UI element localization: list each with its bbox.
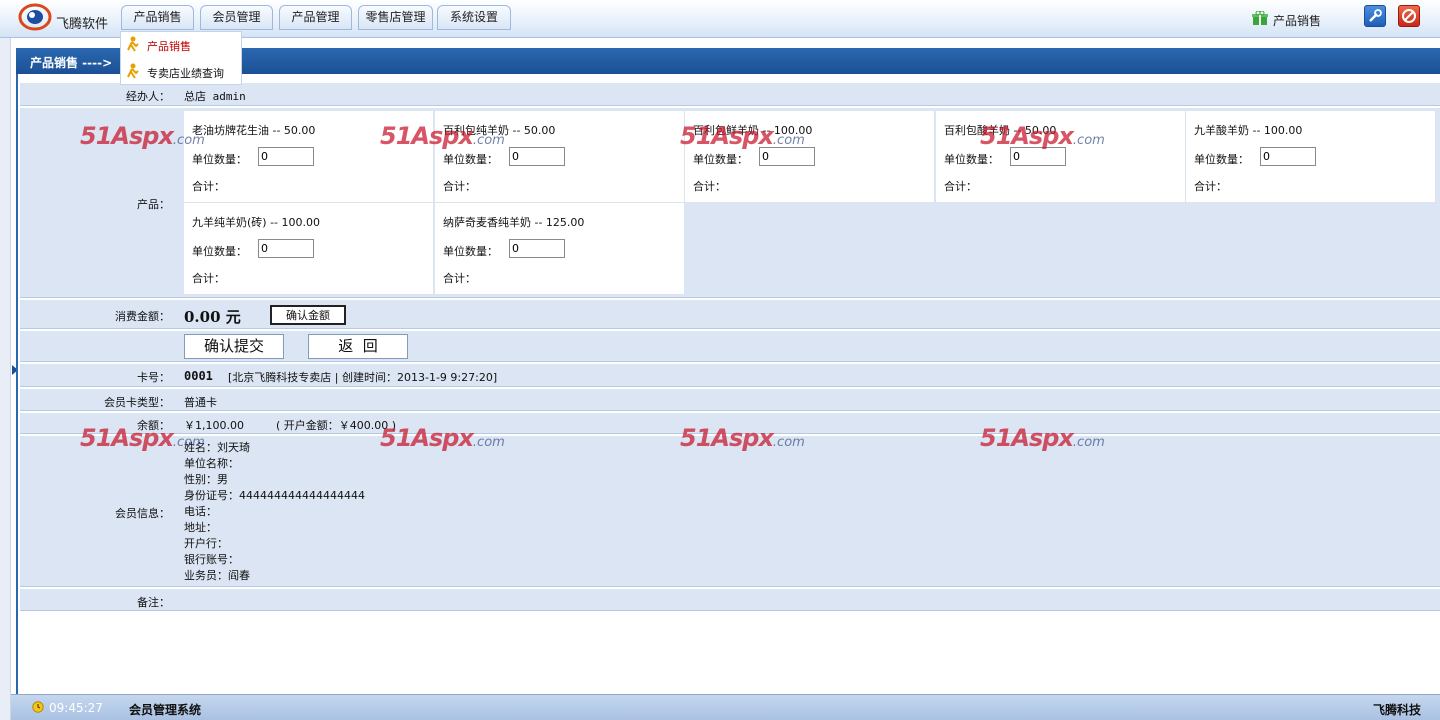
quantity-input[interactable] xyxy=(509,239,565,258)
product-card: 九羊酸羊奶 -- 100.00 单位数量： 合计： xyxy=(1186,111,1436,203)
member-bank: 开户行： xyxy=(184,537,228,550)
tab-retail-store-management[interactable]: 零售店管理 xyxy=(358,5,433,30)
watermark: 51Aspx.com xyxy=(980,122,1105,150)
member-address: 地址： xyxy=(184,521,217,534)
member-gender: 性别：男 xyxy=(184,473,228,486)
card-row: 卡号： 0001 [北京飞腾科技专卖店 | 创建时间：2013-1-9 9:27… xyxy=(20,363,1440,387)
card-type-row: 会员卡类型： 普通卡 xyxy=(20,388,1440,411)
menu-item-product-sales[interactable]: 产品销售 xyxy=(121,32,241,58)
tab-system-settings[interactable]: 系统设置 xyxy=(437,5,511,30)
status-bar: 09:45:27 会员管理系统 飞腾科技 xyxy=(11,694,1440,720)
person-icon xyxy=(127,36,139,52)
back-button[interactable]: 返 回 xyxy=(308,334,408,359)
amount-value: 0.00 元 xyxy=(184,308,241,326)
member-phone: 电话： xyxy=(184,505,217,518)
tools-button[interactable] xyxy=(1364,5,1386,27)
submit-button[interactable]: 确认提交 xyxy=(184,334,284,359)
clock-time: 09:45:27 xyxy=(49,701,103,715)
clock-icon xyxy=(32,701,44,713)
page-title: 产品销售 ----> xyxy=(30,56,113,70)
operator-row: 经办人： 总店 admin xyxy=(20,82,1440,106)
menu-item-store-performance[interactable]: 专卖店业绩查询 xyxy=(121,59,241,85)
wrench-icon xyxy=(1369,9,1382,22)
member-details: 姓名：刘天琦 单位名称： 性别：男 身份证号：44444444444444444… xyxy=(184,440,365,584)
product-sales-dropdown: 产品销售 专卖店业绩查询 xyxy=(120,31,242,85)
watermark: 51Aspx.com xyxy=(680,122,805,150)
product-card: 九羊纯羊奶(砖) -- 100.00 单位数量： 合计： xyxy=(184,203,434,295)
opening-amount: ( 开户金额：￥400.00 ) xyxy=(276,419,397,432)
remark-row: 备注： xyxy=(20,588,1440,611)
watermark: 51Aspx.com xyxy=(80,424,205,452)
gift-icon xyxy=(1252,11,1268,25)
member-bank-account: 银行账号： xyxy=(184,553,239,566)
logo-icon xyxy=(18,3,52,31)
quantity-input[interactable] xyxy=(509,147,565,166)
confirm-amount-button[interactable]: 确认金额 xyxy=(270,305,346,325)
company-name: 飞腾科技 xyxy=(1373,703,1422,717)
quantity-input[interactable] xyxy=(1260,147,1316,166)
watermark: 51Aspx.com xyxy=(980,424,1105,452)
member-info-row: 会员信息： 姓名：刘天琦 单位名称： 性别：男 身份证号：44444444444… xyxy=(20,435,1440,587)
person-icon xyxy=(127,63,139,79)
quantity-input[interactable] xyxy=(258,147,314,166)
sales-form: 经办人： 总店 admin 产品： 老油坊牌花生油 -- 50.00 单位数量：… xyxy=(16,74,1440,694)
card-number: 0001 xyxy=(184,369,213,383)
amount-row: 消费金额： 0.00 元 确认金额 xyxy=(20,299,1440,329)
watermark: 51Aspx.com xyxy=(80,122,205,150)
stop-icon xyxy=(1402,9,1416,23)
watermark: 51Aspx.com xyxy=(380,122,505,150)
system-name: 会员管理系统 xyxy=(129,703,202,717)
side-collapse-panel[interactable] xyxy=(0,38,11,720)
member-salesperson: 业务员：阎春 xyxy=(184,569,250,582)
tab-member-management[interactable]: 会员管理 xyxy=(200,5,273,30)
watermark: 51Aspx.com xyxy=(380,424,505,452)
member-name: 姓名：刘天琦 xyxy=(184,441,250,454)
card-info: [北京飞腾科技专卖店 | 创建时间：2013-1-9 9:27:20] xyxy=(228,371,498,384)
member-company: 单位名称： xyxy=(184,457,239,470)
action-row: 确认提交 返 回 xyxy=(20,330,1440,362)
card-type: 普通卡 xyxy=(184,396,217,409)
member-id-number: 身份证号：444444444444444444 xyxy=(184,489,365,502)
tab-product-management[interactable]: 产品管理 xyxy=(279,5,352,30)
tab-product-sales[interactable]: 产品销售 xyxy=(121,5,194,30)
quantity-input[interactable] xyxy=(258,239,314,258)
product-card: 纳萨奇麦香纯羊奶 -- 125.00 单位数量： 合计： xyxy=(435,203,685,295)
current-module-label: 产品销售 xyxy=(1273,14,1322,28)
operator-value: 总店 admin xyxy=(184,90,246,103)
exit-button[interactable] xyxy=(1398,5,1420,27)
brand-name: 飞腾软件 xyxy=(56,17,109,32)
watermark: 51Aspx.com xyxy=(680,424,805,452)
